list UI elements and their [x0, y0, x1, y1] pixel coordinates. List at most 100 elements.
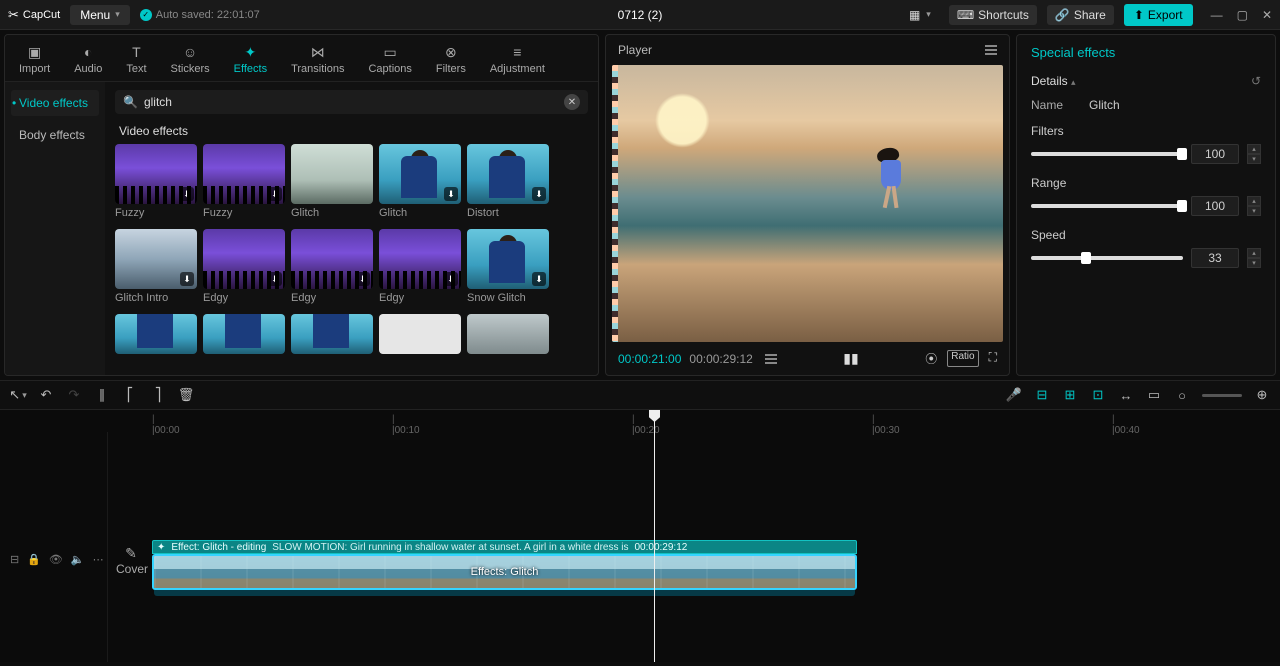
effect-preview: ⬇	[467, 144, 549, 204]
tab-transitions[interactable]: ⋈Transitions	[285, 39, 350, 81]
subnav-video-effects[interactable]: Video effects	[11, 90, 99, 116]
range-slider[interactable]	[1031, 204, 1183, 208]
tab-captions[interactable]: ▭Captions	[362, 39, 417, 81]
split-left-button[interactable]: ⎡	[122, 387, 138, 403]
effect-thumb[interactable]	[203, 314, 285, 354]
filters-value[interactable]: 100	[1191, 144, 1239, 164]
effect-thumb[interactable]	[115, 314, 197, 354]
reset-icon[interactable]: ↺	[1251, 74, 1261, 88]
inspector-title: Special effects	[1017, 35, 1275, 70]
lock-icon[interactable]: 🔒	[27, 553, 41, 566]
clear-search-button[interactable]: ✕	[564, 94, 580, 110]
tab-audio[interactable]: ◐Audio	[68, 39, 108, 81]
list-icon[interactable]	[765, 352, 777, 366]
download-icon[interactable]: ⬇	[444, 272, 458, 286]
effect-preview: ⬇	[379, 144, 461, 204]
split-right-button[interactable]: ⎤	[150, 387, 166, 403]
effect-thumb[interactable]: ⬇Fuzzy	[115, 144, 197, 219]
download-icon[interactable]: ⬇	[180, 187, 194, 201]
effect-thumb[interactable]: ⬇Edgy	[203, 229, 285, 304]
range-stepper[interactable]: ▴▾	[1247, 196, 1261, 216]
search-input[interactable]	[144, 95, 558, 109]
ratio-button[interactable]: Ratio	[947, 350, 978, 367]
snap-link-icon[interactable]: ⊡	[1090, 387, 1106, 403]
player-viewport[interactable]	[612, 65, 1003, 342]
pointer-tool[interactable]: ↖	[10, 387, 26, 403]
export-button[interactable]: ⬆ Export	[1124, 4, 1193, 26]
effect-clip-bar[interactable]: ✦ Effect: Glitch - editing SLOW MOTION: …	[152, 540, 857, 554]
pause-button[interactable]: ▮▮	[843, 350, 858, 367]
effect-thumb[interactable]	[467, 314, 549, 354]
effect-thumb[interactable]: ⬇Edgy	[379, 229, 461, 304]
download-icon[interactable]: ⬇	[268, 187, 282, 201]
download-icon[interactable]: ⬇	[180, 272, 194, 286]
effect-thumb[interactable]	[379, 314, 461, 354]
timeline-clip[interactable]: ✦ Effect: Glitch - editing SLOW MOTION: …	[152, 540, 857, 596]
search-field[interactable]: 🔍 ✕	[115, 90, 588, 114]
menu-button[interactable]: Menu	[70, 5, 130, 25]
effect-thumb[interactable]: ⬇Edgy	[291, 229, 373, 304]
speed-slider[interactable]	[1031, 256, 1183, 260]
time-ruler[interactable]: |00:00 |00:10 |00:20 |00:30 |00:40	[0, 410, 1280, 432]
minimize-button[interactable]: —	[1211, 8, 1223, 22]
playhead[interactable]	[654, 410, 655, 662]
tab-text[interactable]: TText	[120, 39, 152, 81]
align-icon[interactable]: ↔	[1118, 387, 1134, 403]
tab-stickers[interactable]: ☺Stickers	[165, 39, 216, 81]
video-clip-bar[interactable]: Effects: Glitch	[152, 554, 857, 590]
maximize-button[interactable]: ▢	[1237, 8, 1248, 22]
shortcuts-button[interactable]: ⌨ Shortcuts	[949, 5, 1037, 25]
effect-label: Glitch	[379, 207, 461, 219]
more-icon[interactable]: ⋯	[93, 553, 104, 566]
effect-preview: ⬇	[115, 144, 197, 204]
titlebar: ✂ CapCut Menu Auto saved: 22:01:07 0712 …	[0, 0, 1280, 30]
timeline[interactable]: |00:00 |00:10 |00:20 |00:30 |00:40 ⊟ 🔒 👁…	[0, 410, 1280, 662]
undo-button[interactable]: ↶	[38, 387, 54, 403]
delete-button[interactable]: 🗑	[178, 387, 194, 403]
sparkle-icon: ✦	[157, 542, 165, 553]
share-button[interactable]: 🔗 Share	[1047, 5, 1114, 25]
mute-icon[interactable]: 🔈	[71, 553, 85, 566]
details-header[interactable]: Details ▴	[1031, 74, 1076, 88]
snap-main-icon[interactable]: ⊟	[1034, 387, 1050, 403]
tab-import[interactable]: ▣Import	[13, 39, 56, 81]
zoom-in-button[interactable]: ⊕	[1254, 387, 1270, 403]
download-icon[interactable]: ⬇	[268, 272, 282, 286]
download-icon[interactable]: ⬇	[532, 187, 546, 201]
effect-thumb[interactable]: Glitch	[291, 144, 373, 219]
download-icon[interactable]: ⬇	[356, 272, 370, 286]
subnav-body-effects[interactable]: Body effects	[11, 122, 99, 148]
redo-button[interactable]: ↷	[66, 387, 82, 403]
tab-adjustment[interactable]: ≡Adjustment	[484, 39, 551, 81]
effect-thumb[interactable]: ⬇Distort	[467, 144, 549, 219]
mic-icon[interactable]: 🎤	[1006, 387, 1022, 403]
snap-track-icon[interactable]: ⊞	[1062, 387, 1078, 403]
effect-thumb[interactable]: ⬇ Glitch	[379, 144, 461, 219]
track-gutter: ⊟ 🔒 👁 🔈 ⋯	[0, 432, 108, 662]
split-button[interactable]: ∥	[94, 387, 110, 403]
toggle-icon[interactable]: ⊟	[10, 553, 19, 566]
close-button[interactable]: ✕	[1262, 8, 1272, 22]
speed-stepper[interactable]: ▴▾	[1247, 248, 1261, 268]
effect-thumb[interactable]: ⬇Glitch Intro	[115, 229, 197, 304]
player-menu-icon[interactable]	[985, 43, 997, 57]
scan-icon[interactable]: ⦿	[925, 350, 937, 367]
zoom-slider[interactable]	[1202, 394, 1242, 397]
download-icon[interactable]: ⬇	[444, 187, 458, 201]
tab-effects[interactable]: ✦Effects	[228, 39, 273, 81]
tab-filters[interactable]: ⊗Filters	[430, 39, 472, 81]
filters-slider[interactable]	[1031, 152, 1183, 156]
cover-button[interactable]: ✎ Cover	[116, 545, 146, 576]
layout-button[interactable]: ▦	[901, 5, 939, 25]
effect-thumb[interactable]: ⬇Fuzzy	[203, 144, 285, 219]
download-icon[interactable]: ⬇	[532, 272, 546, 286]
zoom-out-button[interactable]: ○	[1174, 387, 1190, 403]
speed-value[interactable]: 33	[1191, 248, 1239, 268]
eye-icon[interactable]: 👁	[49, 553, 63, 566]
preview-icon[interactable]: ▭	[1146, 387, 1162, 403]
range-value[interactable]: 100	[1191, 196, 1239, 216]
fullscreen-icon[interactable]: ⛶	[989, 350, 997, 367]
filters-stepper[interactable]: ▴▾	[1247, 144, 1261, 164]
effect-thumb[interactable]: ⬇Snow Glitch	[467, 229, 549, 304]
effect-thumb[interactable]	[291, 314, 373, 354]
